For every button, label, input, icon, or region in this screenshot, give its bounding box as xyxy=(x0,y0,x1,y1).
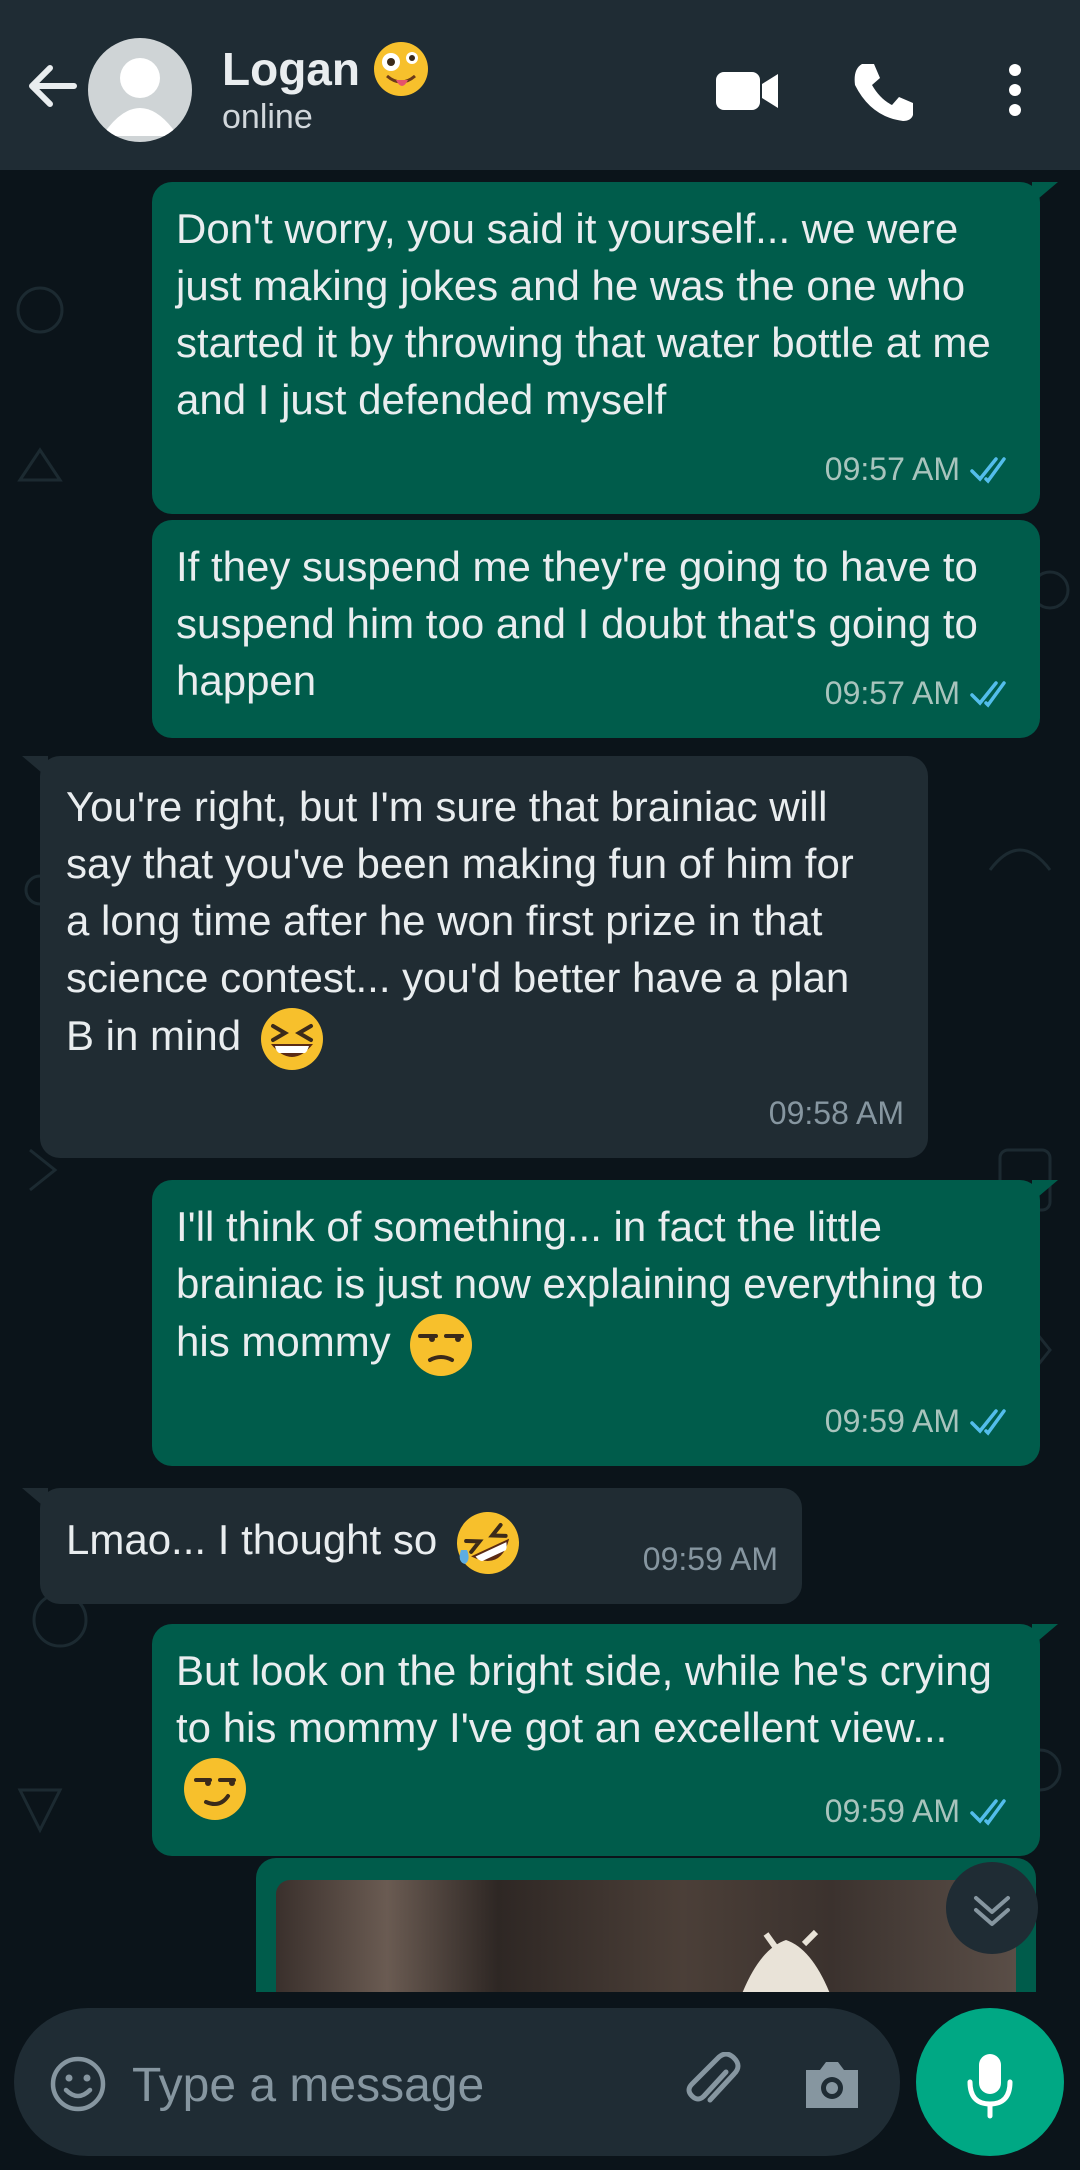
message-text: I'll think of something... in fact the l… xyxy=(176,1203,984,1366)
message-text: Don't worry, you said it yourself... we … xyxy=(176,205,991,423)
message-text: You're right, but I'm sure that brainiac… xyxy=(66,783,854,1060)
read-receipt-icon xyxy=(970,680,1006,708)
message-outgoing[interactable]: Don't worry, you said it yourself... we … xyxy=(152,182,1058,514)
contact-name-text: Logan xyxy=(222,43,360,95)
message-text: But look on the bright side, while he's … xyxy=(176,1647,992,1751)
rolling-on-floor-laughing-emoji-icon xyxy=(456,1512,519,1574)
message-incoming[interactable]: Lmao... I thought so 09:59 AM xyxy=(22,1488,802,1604)
message-time: 09:57 AM xyxy=(824,675,960,711)
smirking-face-emoji-icon xyxy=(184,1758,246,1820)
contact-status: online xyxy=(222,98,313,136)
image-message[interactable] xyxy=(256,1858,1036,1992)
attach-icon[interactable] xyxy=(682,2052,746,2116)
message-time: 09:59 AM xyxy=(824,1403,960,1439)
chat-header: Logan online xyxy=(0,0,1080,170)
message-time: 09:59 AM xyxy=(824,1793,960,1829)
read-receipt-icon xyxy=(970,1798,1006,1826)
unamused-face-emoji-icon xyxy=(410,1314,473,1376)
message-meta: 09:57 AM xyxy=(825,665,1016,722)
bubble-tail xyxy=(22,1488,48,1510)
contact-name[interactable]: Logan xyxy=(222,40,430,98)
grinning-squinting-face-emoji-icon xyxy=(260,1008,323,1070)
message-composer[interactable]: Type a message xyxy=(14,2008,900,2156)
bubble-tail xyxy=(22,756,48,778)
emoji-icon[interactable] xyxy=(48,2054,108,2114)
message-time: 09:59 AM xyxy=(642,1541,778,1577)
message-outgoing[interactable]: But look on the bright side, while he's … xyxy=(152,1624,1058,1856)
microphone-icon xyxy=(967,2054,1013,2119)
message-meta: 09:59 AM xyxy=(643,1531,778,1588)
scroll-to-bottom-button[interactable] xyxy=(946,1862,1038,1954)
image-thumbnail[interactable] xyxy=(276,1880,1016,1992)
message-outgoing[interactable]: If they suspend me they're going to have… xyxy=(152,520,1040,738)
message-input[interactable]: Type a message xyxy=(132,2058,484,2113)
voice-message-button[interactable] xyxy=(916,2008,1064,2156)
back-arrow-icon[interactable] xyxy=(22,56,82,116)
zany-face-emoji-icon xyxy=(373,42,428,96)
message-incoming[interactable]: You're right, but I'm sure that brainiac… xyxy=(22,756,928,1158)
image-content xyxy=(742,1929,830,1992)
message-outgoing[interactable]: I'll think of something... in fact the l… xyxy=(152,1180,1058,1466)
message-text: Lmao... I thought so xyxy=(66,1516,438,1564)
default-avatar-icon xyxy=(102,58,178,136)
bubble-tail xyxy=(1032,182,1058,204)
bubble-tail xyxy=(1032,1180,1058,1202)
double-chevron-down-icon xyxy=(974,1896,1010,1926)
message-meta: 09:58 AM xyxy=(769,1085,904,1142)
read-receipt-icon xyxy=(970,456,1006,484)
bubble-tail xyxy=(1032,1624,1058,1646)
message-meta: 09:59 AM xyxy=(825,1393,1016,1450)
read-receipt-icon xyxy=(970,1408,1006,1436)
voice-call-icon[interactable] xyxy=(848,58,918,122)
video-call-icon[interactable] xyxy=(712,58,782,122)
more-options-icon[interactable] xyxy=(990,58,1040,122)
message-time: 09:58 AM xyxy=(768,1095,904,1131)
avatar[interactable] xyxy=(88,38,192,142)
camera-icon[interactable] xyxy=(800,2054,864,2114)
message-meta: 09:57 AM xyxy=(825,441,1016,498)
message-meta: 09:59 AM xyxy=(825,1783,1016,1840)
message-time: 09:57 AM xyxy=(824,451,960,487)
